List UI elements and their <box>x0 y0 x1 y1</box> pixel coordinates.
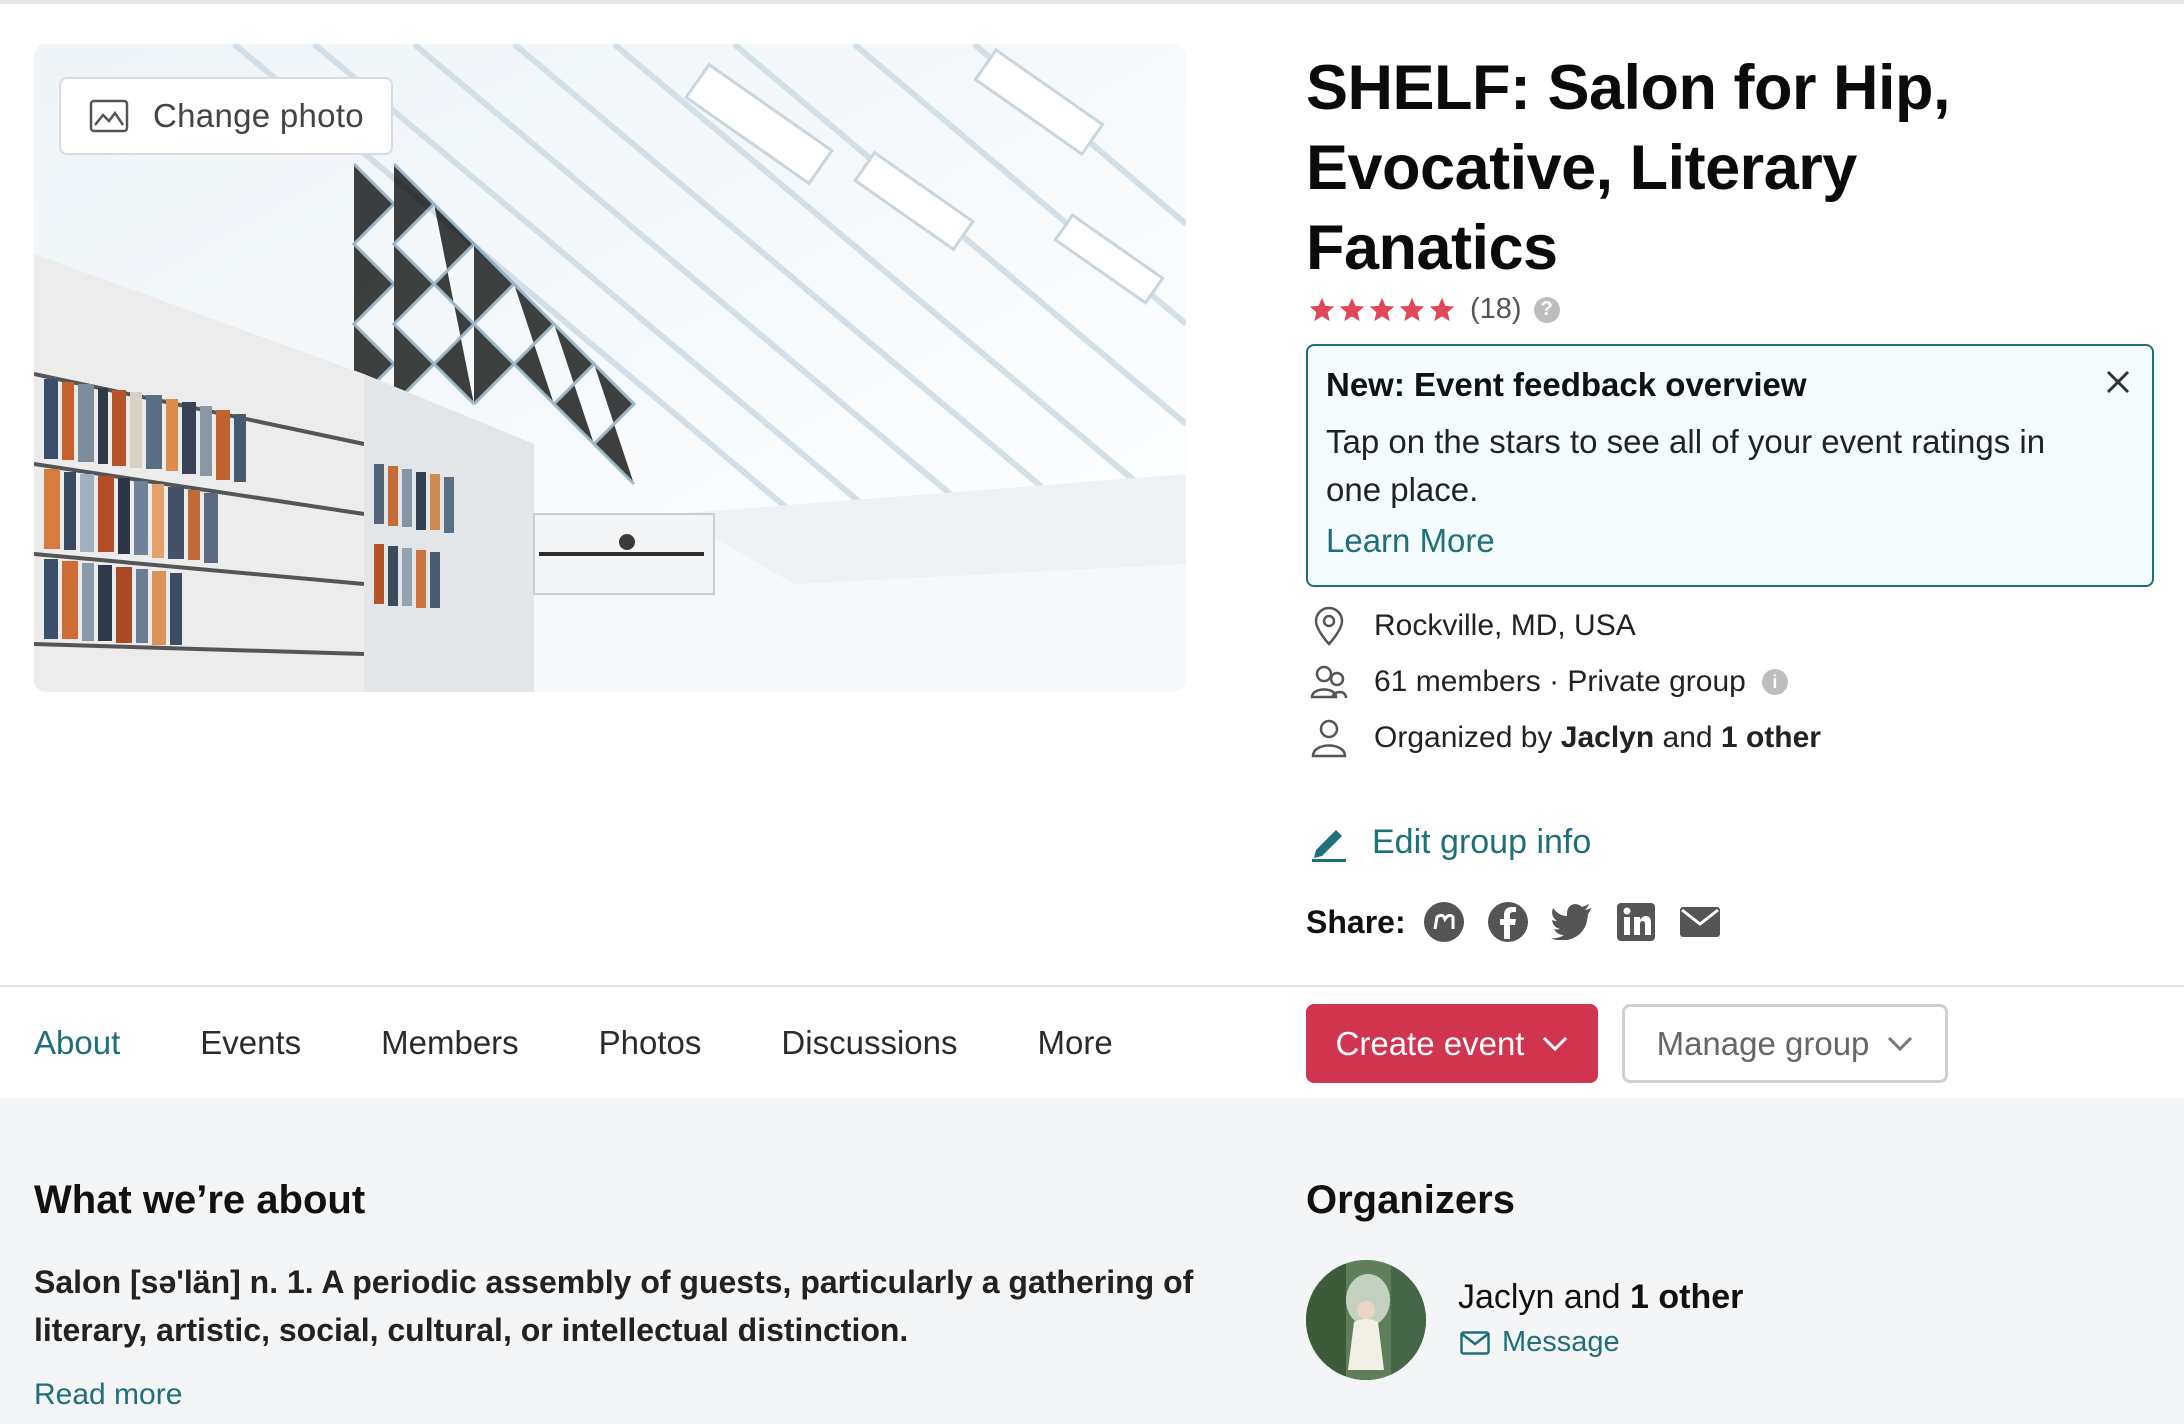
message-label: Message <box>1502 1326 1620 1358</box>
edit-group-info-label: Edit group info <box>1372 822 1592 861</box>
edit-group-info-link[interactable]: Edit group info <box>1310 822 1591 862</box>
organizer-names[interactable]: Jaclyn and 1 other <box>1458 1278 1743 1317</box>
linkedin-icon[interactable] <box>1614 900 1658 944</box>
organizer-avatar[interactable] <box>1306 1260 1426 1380</box>
message-organizer-link[interactable]: Message <box>1460 1326 1620 1359</box>
organizers-heading: Organizers <box>1306 1178 1515 1222</box>
star-icon[interactable] <box>1308 296 1336 324</box>
organizer-and: and <box>1554 1278 1630 1316</box>
twitter-icon[interactable] <box>1550 900 1594 944</box>
share-row: Share: <box>1306 900 1742 944</box>
tab-discussions[interactable]: Discussions <box>781 1024 957 1062</box>
star-icon[interactable] <box>1428 296 1456 324</box>
location-row: Rockville, MD, USA <box>1310 606 1636 646</box>
organized-and: and <box>1654 721 1721 754</box>
info-icon[interactable]: i <box>1761 669 1788 695</box>
top-divider <box>0 0 2184 4</box>
create-event-button[interactable]: Create event <box>1306 1004 1598 1083</box>
close-icon[interactable] <box>2102 366 2134 398</box>
organizer-primary-name: Jaclyn <box>1458 1278 1555 1316</box>
facebook-icon[interactable] <box>1486 900 1530 944</box>
manage-group-button[interactable]: Manage group <box>1622 1004 1948 1083</box>
organized-by-row[interactable]: Organized by Jaclyn and 1 other <box>1310 718 1821 758</box>
organizer-other-count: 1 other <box>1630 1278 1744 1316</box>
change-photo-label: Change photo <box>153 97 364 134</box>
organized-prefix: Organized by <box>1374 721 1561 754</box>
members-text: 61 members · Private group <box>1374 665 1746 698</box>
about-description: Salon [sə'län] n. 1. A periodic assembly… <box>34 1264 1194 1348</box>
tab-about[interactable]: About <box>34 1024 120 1062</box>
location-pin-icon <box>1310 606 1348 646</box>
group-cover-photo: Change photo <box>34 44 1186 692</box>
organizer-name[interactable]: Jaclyn <box>1561 721 1654 755</box>
about-heading: What we’re about <box>34 1178 366 1222</box>
chevron-down-icon <box>1543 1036 1568 1051</box>
tab-events[interactable]: Events <box>200 1024 301 1062</box>
person-icon <box>1310 718 1348 758</box>
tab-photos[interactable]: Photos <box>599 1024 702 1062</box>
feedback-body: Tap on the stars to see all of your even… <box>1326 423 2046 508</box>
read-more-link[interactable]: Read more <box>34 1378 182 1412</box>
organizer-other[interactable]: 1 other <box>1721 721 1821 755</box>
share-label: Share: <box>1306 903 1406 940</box>
tabbar-divider <box>0 985 2184 987</box>
members-row[interactable]: 61 members · Private group i <box>1310 662 1788 702</box>
group-rating[interactable]: (18) ? <box>1308 293 1560 326</box>
email-icon[interactable] <box>1678 900 1722 944</box>
change-photo-button[interactable]: Change photo <box>59 77 393 155</box>
image-icon <box>89 99 129 133</box>
meetup-icon[interactable] <box>1422 900 1466 944</box>
manage-group-label: Manage group <box>1656 1024 1870 1062</box>
group-tabs: About Events Members Photos Discussions … <box>34 1004 1193 1082</box>
feedback-callout: New: Event feedback overview Tap on the … <box>1306 344 2154 587</box>
star-icon[interactable] <box>1368 296 1396 324</box>
rating-count: (18) <box>1470 293 1522 325</box>
chevron-down-icon <box>1888 1036 1913 1051</box>
feedback-heading: New: Event feedback overview <box>1326 366 1807 403</box>
create-event-label: Create event <box>1335 1024 1525 1062</box>
pencil-icon <box>1312 830 1346 862</box>
help-icon[interactable]: ? <box>1533 296 1560 323</box>
envelope-icon <box>1460 1330 1490 1355</box>
group-title: SHELF: Salon for Hip, Evocative, Literar… <box>1306 53 1951 283</box>
learn-more-link[interactable]: Learn More <box>1326 522 1495 560</box>
members-icon <box>1310 662 1348 702</box>
rating-stars[interactable] <box>1308 296 1456 324</box>
location-text: Rockville, MD, USA <box>1374 609 1636 642</box>
tab-more[interactable]: More <box>1037 1024 1112 1062</box>
star-icon[interactable] <box>1398 296 1426 324</box>
star-icon[interactable] <box>1338 296 1366 324</box>
tab-members[interactable]: Members <box>381 1024 519 1062</box>
